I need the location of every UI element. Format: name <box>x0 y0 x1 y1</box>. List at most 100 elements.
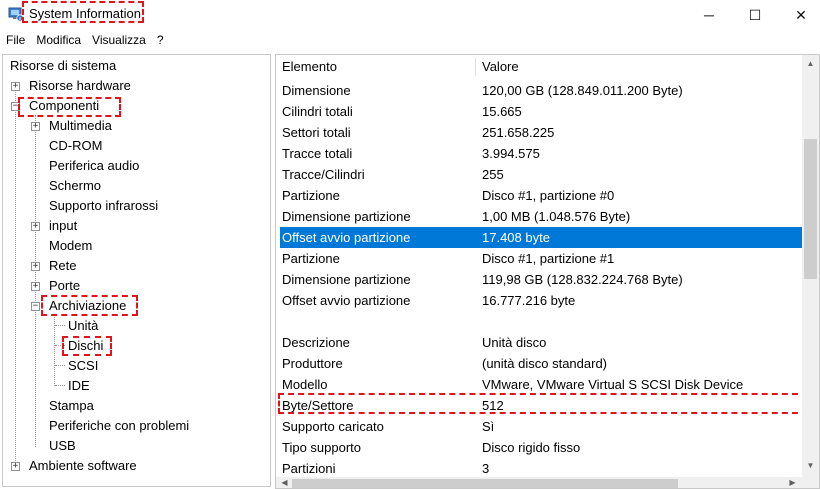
table-row[interactable]: Tracce totali 3.994.575 <box>280 143 802 164</box>
tree-item-unita[interactable]: Unità <box>68 316 98 336</box>
tree-item-ambiente-software[interactable]: + Ambiente software <box>11 456 261 476</box>
close-button[interactable]: ✕ <box>778 0 820 30</box>
cell-element: Modello <box>282 377 328 392</box>
table-row[interactable]: Cilindri totali 15.665 <box>280 101 802 122</box>
table-row[interactable]: Produttore (unità disco standard) <box>280 353 802 374</box>
cell-element: Settori totali <box>282 125 351 140</box>
cell-element: Tracce/Cilindri <box>282 167 365 182</box>
tree-item-scsi[interactable]: SCSI <box>68 356 98 376</box>
cell-element: Partizione <box>282 251 340 266</box>
tree-item-stampa[interactable]: Stampa <box>49 396 94 416</box>
column-header-valore[interactable]: Valore <box>482 59 519 75</box>
cell-value: 15.665 <box>482 104 522 119</box>
cell-element: Produttore <box>282 356 343 371</box>
table-row[interactable]: Modello VMware, VMware Virtual S SCSI Dis… <box>280 374 802 395</box>
vertical-scrollbar[interactable]: ▲ ▼ <box>802 55 819 488</box>
menu-bar: File Modifica Visualizza ? <box>0 30 820 50</box>
cell-element: Tipo supporto <box>282 440 362 455</box>
cell-value: 120,00 GB (128.849.011.200 Byte) <box>482 83 683 98</box>
table-row[interactable]: Tracce/Cilindri 255 <box>280 164 802 185</box>
tree-item-modem[interactable]: Modem <box>49 236 92 256</box>
dischi-annotation-box <box>62 336 112 356</box>
table-row[interactable]: Partizioni 3 <box>280 458 802 479</box>
maximize-button[interactable]: ☐ <box>732 0 778 30</box>
tree-item-porte[interactable]: + Porte <box>31 276 261 296</box>
tree-item-ide[interactable]: IDE <box>68 376 90 396</box>
cell-element: Dimensione partizione <box>282 272 411 287</box>
cell-element: Offset avvio partizione <box>282 293 411 308</box>
byte-settore-annotation-box <box>278 393 808 414</box>
tree-item-supporto-infrarossi[interactable]: Supporto infrarossi <box>49 196 158 216</box>
cell-value: 1,00 MB (1.048.576 Byte) <box>482 209 631 224</box>
menu-file[interactable]: File <box>0 32 30 48</box>
scroll-right-icon[interactable]: ▶ <box>784 478 801 487</box>
table-row[interactable]: Dimensione partizione 1,00 MB (1.048.576 … <box>280 206 802 227</box>
cell-value: VMware, VMware Virtual S SCSI Disk Devic… <box>482 377 744 392</box>
cell-element: Supporto caricato <box>282 419 384 434</box>
details-list[interactable]: Elemento Valore Dimensione 120,00 GB (128… <box>275 54 820 489</box>
tree-item-cd-rom[interactable]: CD-ROM <box>49 136 102 156</box>
cell-value: Disco #1, partizione #0 <box>482 188 615 203</box>
tree-item-usb[interactable]: USB <box>49 436 76 456</box>
cell-element: Dimensione partizione <box>282 209 411 224</box>
menu-visualizza[interactable]: Visualizza <box>86 32 151 48</box>
tree-item-input[interactable]: + input <box>31 216 261 236</box>
tree-line <box>55 365 65 366</box>
cell-value: 16.777.216 byte <box>482 293 576 308</box>
expand-icon[interactable]: + <box>11 462 20 471</box>
tree-item-label: Multimedia <box>49 118 112 133</box>
scroll-up-icon[interactable]: ▲ <box>802 59 819 68</box>
cell-value: 255 <box>482 167 504 182</box>
expand-icon[interactable]: + <box>31 262 40 271</box>
cell-element: Dimensione <box>282 83 351 98</box>
table-row[interactable]: Partizione Disco #1, partizione #1 <box>280 248 802 269</box>
table-row-empty[interactable] <box>280 311 802 332</box>
tree-root[interactable]: Risorse di sistema <box>10 56 116 76</box>
horizontal-scroll-thumb[interactable] <box>292 479 678 488</box>
horizontal-scrollbar[interactable]: ◀ ▶ <box>276 477 802 488</box>
menu-modifica[interactable]: Modifica <box>30 32 86 48</box>
table-row[interactable]: Partizione Disco #1, partizione #0 <box>280 185 802 206</box>
title-annotation-box <box>22 1 144 23</box>
table-row[interactable]: Supporto caricato Sì <box>280 416 802 437</box>
menu-help[interactable]: ? <box>151 32 169 48</box>
list-header: Elemento Valore <box>276 55 801 79</box>
cell-value: 119,98 GB (128.832.224.768 Byte) <box>482 272 683 287</box>
table-row-selected[interactable]: Offset avvio partizione 17.408 byte <box>280 227 802 248</box>
tree-item-multimedia[interactable]: + Multimedia <box>31 116 261 136</box>
category-tree[interactable]: Risorse di sistema + Risorse hardware − … <box>2 54 271 487</box>
tree-item-schermo[interactable]: Schermo <box>49 176 101 196</box>
column-header-elemento[interactable]: Elemento <box>282 59 337 75</box>
cell-element: Descrizione <box>282 335 350 350</box>
cell-element: Offset avvio partizione <box>282 230 411 245</box>
cell-value: Unità disco <box>482 335 547 350</box>
table-row[interactable]: Offset avvio partizione 16.777.216 byte <box>280 290 802 311</box>
cell-element: Tracce totali <box>282 146 353 161</box>
table-row[interactable]: Dimensione partizione 119,98 GB (128.832.… <box>280 269 802 290</box>
table-row[interactable]: Dimensione 120,00 GB (128.849.011.200 Byt… <box>280 80 802 101</box>
tree-item-label: Rete <box>49 258 77 273</box>
expand-icon[interactable]: + <box>31 222 40 231</box>
column-divider[interactable] <box>475 58 476 76</box>
tree-item-rete[interactable]: + Rete <box>31 256 261 276</box>
table-row[interactable]: Settori totali 251.658.225 <box>280 122 802 143</box>
scroll-left-icon[interactable]: ◀ <box>276 478 293 487</box>
title-bar[interactable]: System Information ─ ☐ ✕ <box>0 0 820 30</box>
vertical-scroll-thumb[interactable] <box>804 139 817 279</box>
minimize-button[interactable]: ─ <box>686 0 732 30</box>
table-row[interactable]: Tipo supporto Disco rigido fisso <box>280 437 802 458</box>
cell-element: Partizione <box>282 188 340 203</box>
table-row[interactable]: Descrizione Unità disco <box>280 332 802 353</box>
archiviazione-annotation-box <box>41 295 138 316</box>
expand-icon[interactable]: + <box>11 82 20 91</box>
expand-icon[interactable]: + <box>31 282 40 291</box>
collapse-icon[interactable]: − <box>31 302 40 311</box>
tree-item-label: Risorse hardware <box>29 78 131 93</box>
tree-item-periferica-audio[interactable]: Periferica audio <box>49 156 139 176</box>
tree-line <box>15 87 16 467</box>
tree-item-periferiche-con-problemi[interactable]: Periferiche con problemi <box>49 416 189 436</box>
scroll-down-icon[interactable]: ▼ <box>802 461 819 470</box>
tree-item-label: input <box>49 218 78 233</box>
expand-icon[interactable]: + <box>31 122 40 131</box>
tree-item-risorse-hardware[interactable]: + Risorse hardware <box>11 76 261 96</box>
